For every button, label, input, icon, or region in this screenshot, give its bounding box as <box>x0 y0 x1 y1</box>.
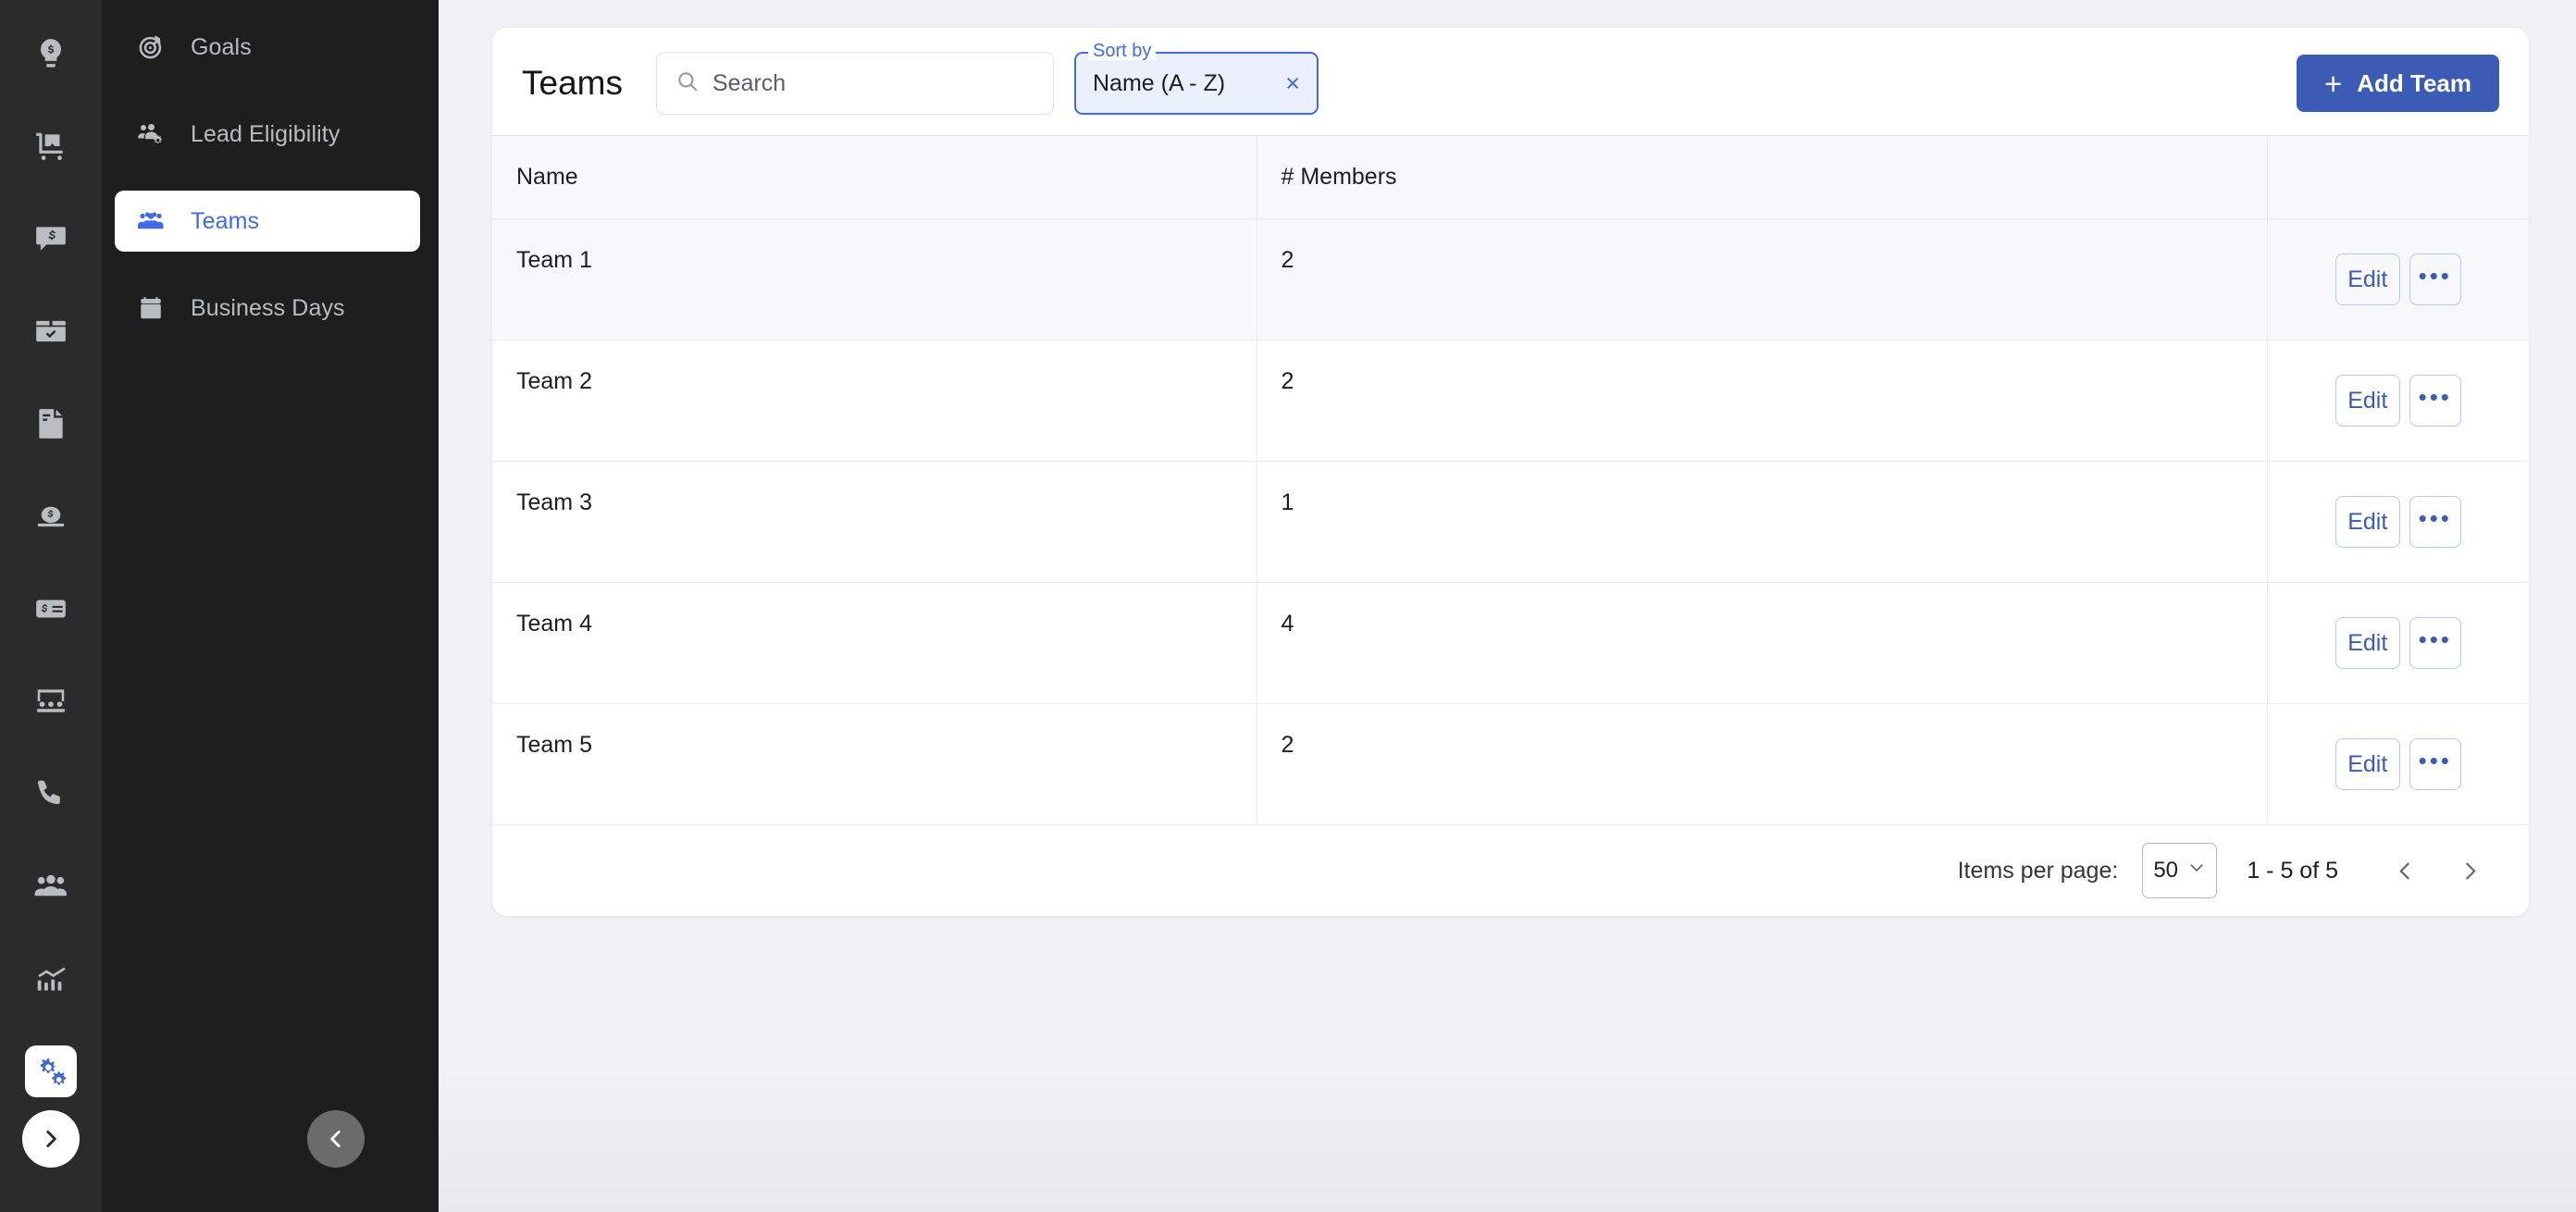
sidebar-item-goals[interactable]: Goals <box>115 17 420 78</box>
table-row: Team 5 2 Edit ••• <box>492 703 2529 825</box>
invoice-dollar-icon[interactable] <box>25 398 77 450</box>
table-header-row: Name # Members <box>492 135 2529 219</box>
table-row: Team 3 1 Edit ••• <box>492 461 2529 583</box>
sidebar-item-label: Goals <box>191 33 252 60</box>
sidebar-item-label: Business Days <box>191 294 345 321</box>
search-input[interactable]: Search <box>655 52 1054 115</box>
close-icon[interactable]: × <box>1276 70 1300 96</box>
cell-member-count: 4 <box>1257 582 2268 704</box>
add-team-button[interactable]: + Add Team <box>2296 55 2499 112</box>
search-icon <box>675 69 700 98</box>
chat-dollar-icon[interactable] <box>25 213 77 265</box>
people-group-icon[interactable] <box>25 860 77 912</box>
table-head: Name # Members <box>492 135 2529 219</box>
bar-chart-icon[interactable] <box>25 953 77 1005</box>
target-icon <box>135 31 167 63</box>
edit-button[interactable]: Edit <box>2334 496 2400 548</box>
collapse-sidebar-button[interactable] <box>307 1110 365 1168</box>
more-options-button[interactable]: ••• <box>2409 738 2461 790</box>
sort-by-legend: Sort by <box>1087 42 1157 60</box>
cell-member-count: 2 <box>1257 340 2268 462</box>
column-header-actions <box>2267 135 2529 219</box>
icon-rail <box>0 0 102 1212</box>
paginator: Items per page: 50 1 - 5 of 5 <box>492 825 2529 916</box>
previous-page-button[interactable] <box>2383 848 2427 893</box>
next-page-button[interactable] <box>2447 848 2492 893</box>
sort-by-value: Name (A - Z) <box>1092 69 1226 96</box>
page-range-label: 1 - 5 of 5 <box>2247 857 2338 884</box>
edit-button[interactable]: Edit <box>2334 617 2400 669</box>
box-check-icon[interactable] <box>25 305 77 357</box>
team-icon <box>135 205 167 237</box>
money-bag-icon[interactable] <box>25 490 77 542</box>
more-options-button[interactable]: ••• <box>2409 375 2461 427</box>
edit-button[interactable]: Edit <box>2334 254 2400 305</box>
phone-icon[interactable] <box>25 768 77 820</box>
sidebar-item-label: Lead Eligibility <box>191 120 341 147</box>
cell-team-name: Team 3 <box>492 461 1257 583</box>
cell-team-name: Team 1 <box>492 218 1257 340</box>
items-per-page-value: 50 <box>2153 858 2179 883</box>
card-header: Teams Search Sort by Name (A - Z) × + Ad… <box>492 28 2529 135</box>
app-root: Goals Lead Eligibility Teams Business Da… <box>0 0 2576 1212</box>
meeting-table-icon[interactable] <box>25 675 77 727</box>
edit-button[interactable]: Edit <box>2334 375 2400 427</box>
table-row: Team 2 2 Edit ••• <box>492 340 2529 462</box>
calendar-icon <box>135 292 167 324</box>
cell-team-name: Team 2 <box>492 340 1257 462</box>
search-placeholder: Search <box>712 69 786 96</box>
cell-member-count: 1 <box>1257 461 2268 583</box>
lightbulb-dollar-icon[interactable] <box>25 28 77 80</box>
delivery-cart-icon[interactable] <box>25 120 77 172</box>
add-team-label: Add Team <box>2357 68 2471 97</box>
sort-by-select[interactable]: Sort by Name (A - Z) × <box>1073 42 1319 115</box>
page-title: Teams <box>522 64 623 102</box>
sidebar-item-teams[interactable]: Teams <box>115 191 420 252</box>
table-body: Team 1 2 Edit ••• Team 2 2 Edit ••• Team… <box>492 218 2529 825</box>
cell-actions: Edit ••• <box>2267 703 2529 825</box>
gears-icon[interactable] <box>25 1045 77 1097</box>
cell-member-count: 2 <box>1257 703 2268 825</box>
teams-table: Name # Members Team 1 2 Edit ••• Team 2 … <box>492 135 2529 825</box>
icon-rail-bottom <box>0 1110 102 1212</box>
items-per-page-label: Items per page: <box>1957 857 2119 884</box>
cell-actions: Edit ••• <box>2267 461 2529 583</box>
cell-team-name: Team 4 <box>492 582 1257 704</box>
more-options-button[interactable]: ••• <box>2409 496 2461 548</box>
more-options-button[interactable]: ••• <box>2409 254 2461 305</box>
sidebar-item-business-days[interactable]: Business Days <box>115 278 420 339</box>
sidebar-item-label: Teams <box>191 207 260 234</box>
plus-icon: + <box>2323 66 2343 101</box>
edit-button[interactable]: Edit <box>2334 738 2400 790</box>
cell-actions: Edit ••• <box>2267 218 2529 340</box>
chevron-down-icon <box>2187 858 2206 884</box>
more-options-button[interactable]: ••• <box>2409 617 2461 669</box>
expand-rail-button[interactable] <box>22 1110 80 1168</box>
items-per-page-select[interactable]: 50 <box>2142 843 2218 898</box>
cell-actions: Edit ••• <box>2267 340 2529 462</box>
column-header-name[interactable]: Name <box>492 135 1257 219</box>
check-payment-icon[interactable] <box>25 583 77 635</box>
table-row: Team 4 4 Edit ••• <box>492 582 2529 704</box>
cell-team-name: Team 5 <box>492 703 1257 825</box>
sidebar: Goals Lead Eligibility Teams Business Da… <box>102 0 439 1212</box>
cell-member-count: 2 <box>1257 218 2268 340</box>
teams-card: Teams Search Sort by Name (A - Z) × + Ad… <box>492 28 2529 916</box>
sidebar-item-lead-eligibility[interactable]: Lead Eligibility <box>115 104 420 165</box>
users-gear-icon <box>135 118 167 150</box>
table-row: Team 1 2 Edit ••• <box>492 218 2529 340</box>
column-header-members[interactable]: # Members <box>1257 135 2268 219</box>
cell-actions: Edit ••• <box>2267 582 2529 704</box>
main-content: Teams Search Sort by Name (A - Z) × + Ad… <box>439 0 2576 1212</box>
